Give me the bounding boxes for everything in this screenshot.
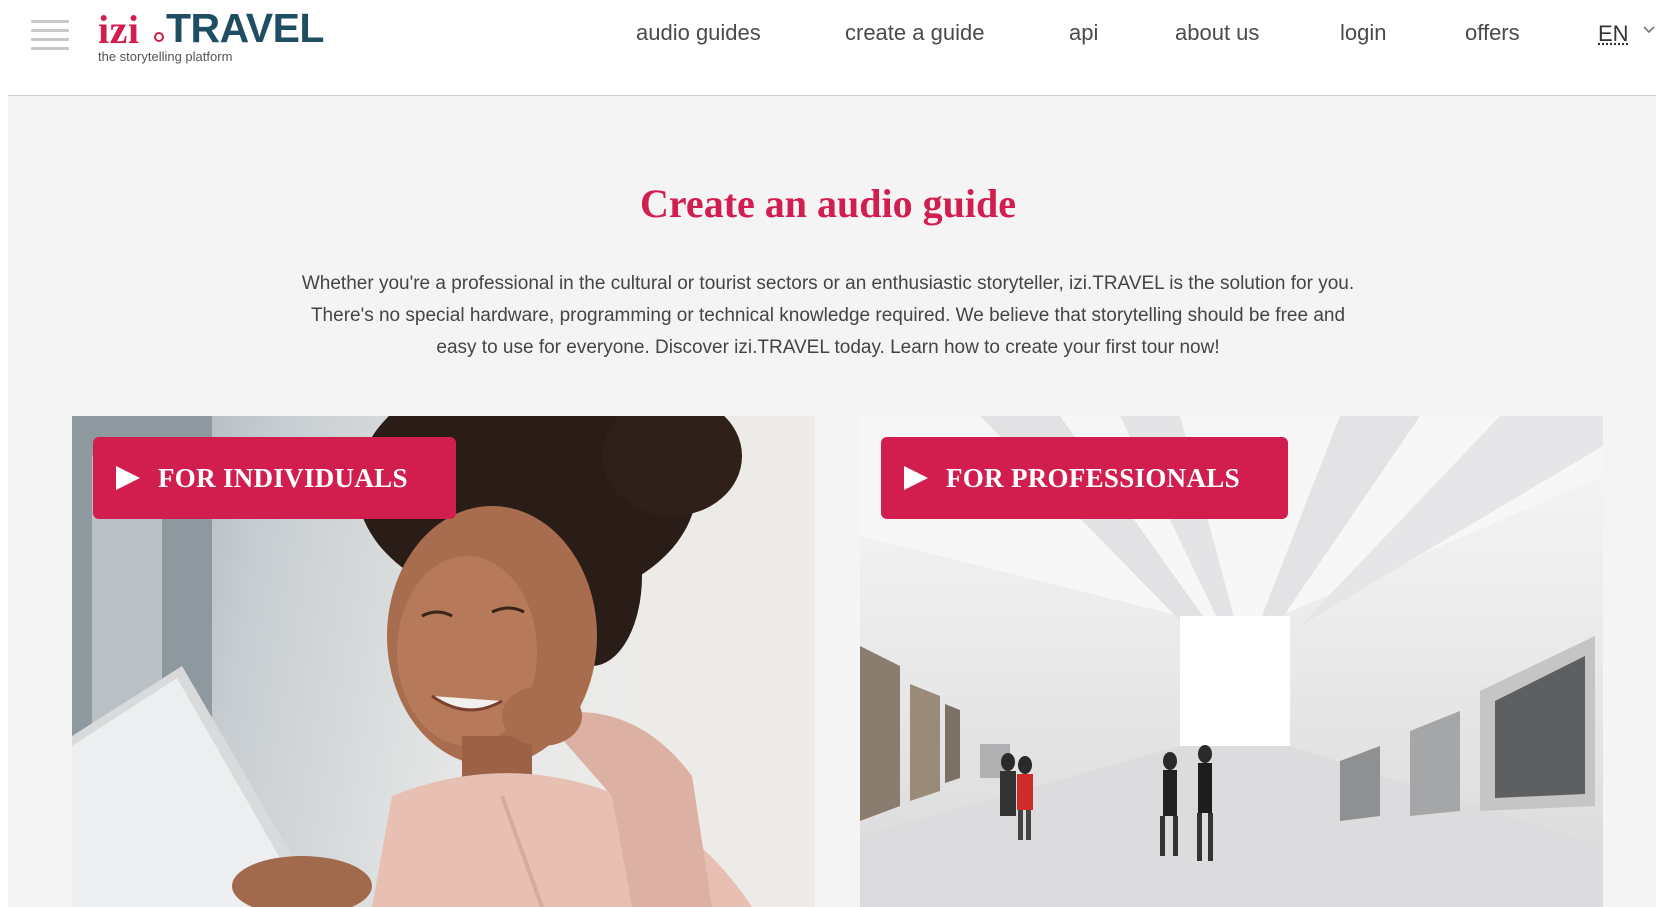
for-individuals-button[interactable]: FOR INDIVIDUALS	[93, 437, 456, 519]
language-code: EN	[1598, 21, 1629, 46]
nav-api[interactable]: api	[1069, 20, 1098, 52]
menu-icon[interactable]	[31, 20, 69, 52]
izi-travel-logo[interactable]: izi TRAVEL the storytelling platform	[96, 5, 326, 68]
for-professionals-label: FOR PROFESSIONALS	[946, 462, 1240, 493]
site-header: izi TRAVEL the storytelling platform aud…	[0, 0, 1656, 95]
nav-offers[interactable]: offers	[1465, 20, 1520, 52]
play-icon	[904, 466, 928, 490]
nav-create-a-guide[interactable]: create a guide	[845, 20, 984, 52]
nav-login[interactable]: login	[1340, 20, 1386, 52]
page-description: Whether you're a professional in the cul…	[301, 273, 1355, 358]
chevron-down-icon	[1643, 26, 1655, 34]
for-professionals-card[interactable]: FOR PROFESSIONALS	[860, 416, 1603, 907]
page-title: Create an audio guide	[640, 181, 1016, 226]
play-icon	[116, 466, 140, 490]
nav-about-us[interactable]: about us	[1175, 20, 1259, 52]
logo-izi-text: izi	[98, 7, 140, 52]
nav-audio-guides[interactable]: audio guides	[636, 20, 761, 52]
for-individuals-label: FOR INDIVIDUALS	[158, 462, 408, 493]
logo-tagline: the storytelling platform	[98, 49, 233, 64]
for-individuals-card[interactable]: FOR INDIVIDUALS	[72, 416, 815, 907]
logo-dot	[154, 32, 164, 42]
for-professionals-button[interactable]: FOR PROFESSIONALS	[881, 437, 1288, 519]
language-selector[interactable]: EN	[1598, 21, 1655, 47]
logo-travel-text: TRAVEL	[166, 5, 324, 51]
